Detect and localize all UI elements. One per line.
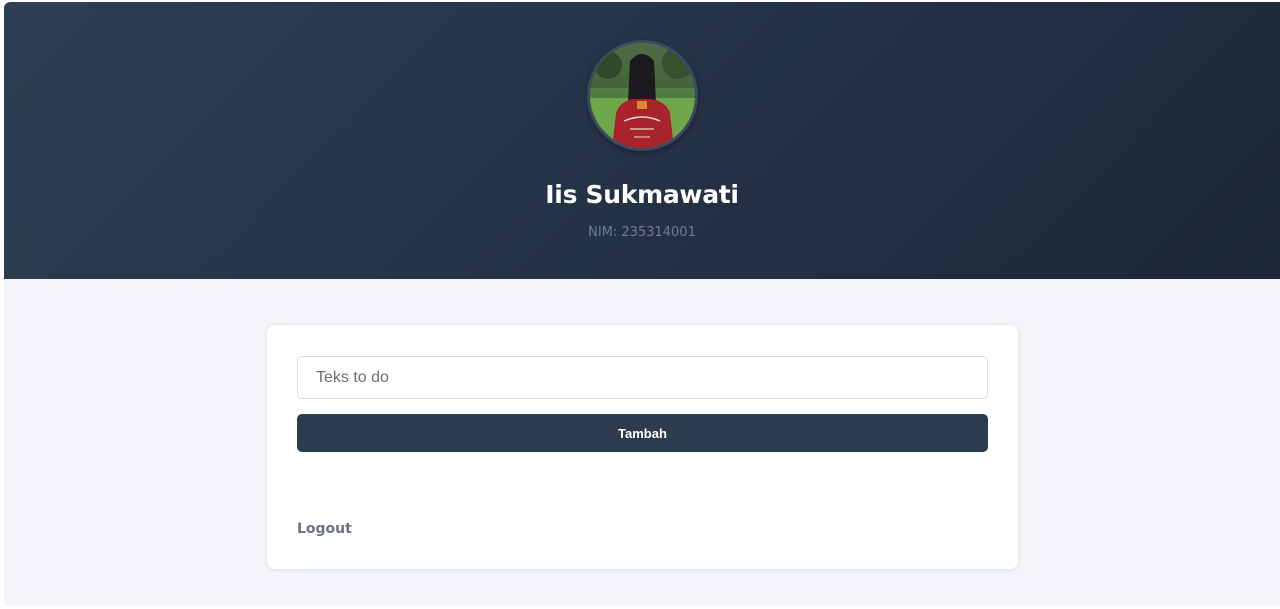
page: Iis Sukmawati NIM: 235314001 Tambah Logo… (4, 2, 1280, 606)
profile-name: Iis Sukmawati (545, 180, 739, 209)
todo-card: Tambah Logout (267, 325, 1018, 569)
avatar (587, 40, 698, 151)
todo-text-input[interactable] (297, 356, 988, 399)
avatar-photo (590, 43, 695, 148)
add-todo-button[interactable]: Tambah (297, 414, 988, 452)
profile-header: Iis Sukmawati NIM: 235314001 (4, 2, 1280, 279)
logout-link[interactable]: Logout (297, 521, 352, 537)
profile-nim: NIM: 235314001 (588, 225, 696, 240)
